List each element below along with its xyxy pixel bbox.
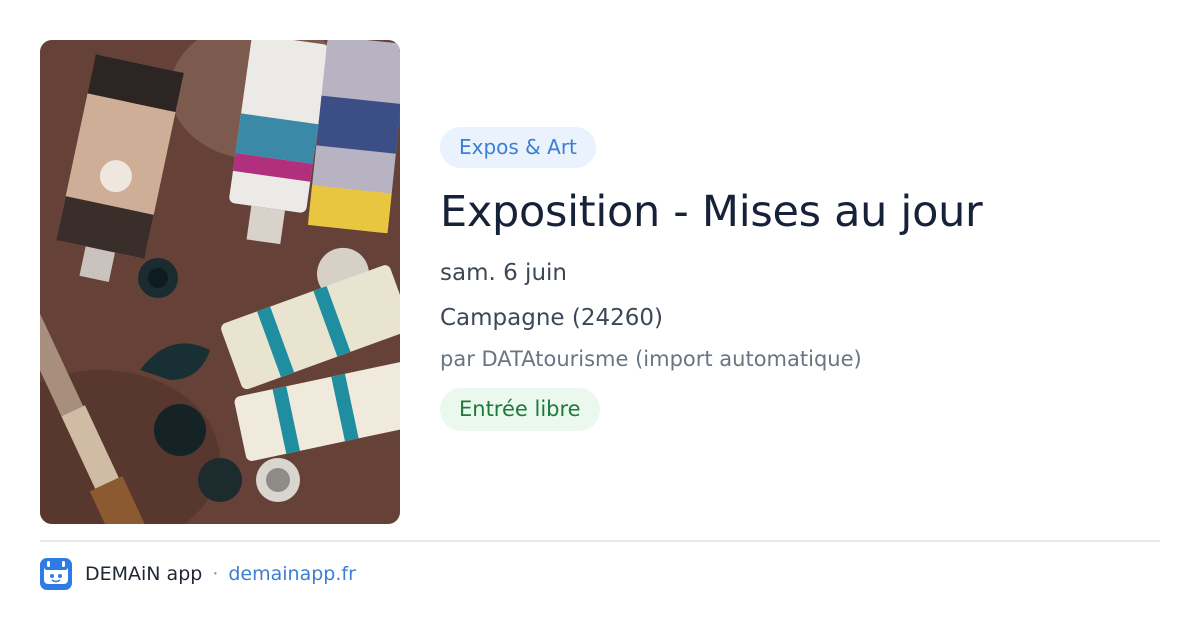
app-name: DEMAiN app: [85, 563, 203, 585]
event-location: Campagne (24260): [440, 305, 664, 331]
event-organizer: par DATAtourisme (import automatique): [440, 347, 862, 371]
footer-divider: [40, 540, 1160, 542]
footer: DEMAiN app · demainapp.fr: [40, 558, 356, 590]
app-url-link[interactable]: demainapp.fr: [228, 563, 356, 585]
app-logo-icon: [40, 558, 72, 590]
event-date: sam. 6 juin: [440, 260, 567, 286]
event-title: Exposition - Mises au jour: [440, 187, 983, 237]
price-badge: Entrée libre: [440, 388, 600, 431]
footer-separator: ·: [212, 563, 219, 585]
event-image: [40, 40, 400, 524]
event-details: Expos & Art Exposition - Mises au jour s…: [440, 127, 1160, 431]
category-badge[interactable]: Expos & Art: [440, 127, 596, 168]
